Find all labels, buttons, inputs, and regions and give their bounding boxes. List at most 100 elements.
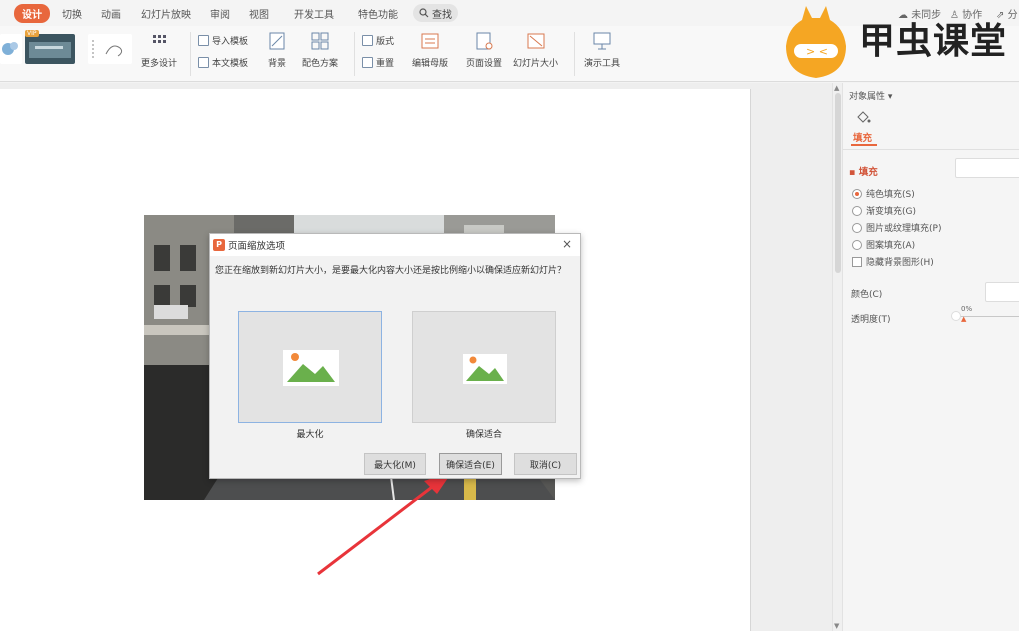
ribbon-divider: [190, 32, 191, 76]
hide-background-box: [852, 256, 862, 267]
radio-gradient-label: 渐变填充(G): [866, 207, 916, 217]
ensure-fit-button[interactable]: 确保适合(E): [439, 453, 502, 475]
radio-gradient-fill[interactable]: 渐变填充(G): [852, 204, 916, 217]
theme-thumb-vip[interactable]: VIP: [25, 30, 75, 64]
dialog-title: 页面缩放选项: [228, 241, 286, 252]
fill-section-title: ▪ 填充: [849, 167, 878, 178]
color-scheme-icon: [311, 32, 329, 50]
cancel-button[interactable]: 取消(C): [514, 453, 577, 475]
radio-picture-label: 图片或纹理填充(P): [866, 224, 942, 234]
scroll-up-icon[interactable]: ▲: [834, 84, 839, 92]
page-setup-button[interactable]: 页面设置: [466, 30, 502, 69]
reset-label: 重置: [376, 59, 395, 69]
hide-background-label: 隐藏背景图形(H): [866, 258, 934, 268]
search-label: 查找: [432, 9, 452, 21]
dialog-message: 您正在缩放到新幻灯片大小，是要最大化内容大小还是按比例缩小以确保适应新幻灯片？: [215, 266, 567, 276]
background-icon: [269, 32, 285, 50]
radio-pattern-indicator: [852, 239, 862, 250]
tab-design[interactable]: 设计: [14, 4, 50, 23]
radio-solid-fill[interactable]: 纯色填充(S): [852, 187, 915, 200]
page-scale-dialog: P 页面缩放选项 × 您正在缩放到新幻灯片大小，是要最大化内容大小还是按比例缩小…: [209, 233, 581, 479]
present-tools-button[interactable]: 演示工具: [584, 30, 620, 69]
radio-picture-fill[interactable]: 图片或纹理填充(P): [852, 221, 941, 234]
object-properties-panel: 对象属性 ▾ 填充 ▪ 填充 纯色填充(S) 渐变填充(G) 图片或纹理填充(P…: [842, 83, 1019, 631]
tab-slideshow[interactable]: 幻灯片放映: [141, 6, 191, 21]
slide-size-icon: [527, 33, 544, 49]
tab-special[interactable]: 特色功能: [358, 6, 398, 21]
panel-divider: [843, 149, 1019, 150]
slide-size-button[interactable]: 幻灯片大小: [513, 30, 558, 69]
transparency-slider[interactable]: 0% ▲: [951, 305, 1019, 323]
tab-review[interactable]: 审阅: [210, 6, 230, 21]
import-template-label: 导入模板: [212, 37, 249, 47]
reset-button[interactable]: 重置: [362, 56, 394, 69]
vertical-scrollbar[interactable]: ▲ ▼: [832, 83, 842, 631]
radio-pattern-fill[interactable]: 图案填充(A): [852, 238, 915, 251]
edit-master-button[interactable]: 编辑母版: [412, 30, 448, 69]
radio-pattern-label: 图案填充(A): [866, 241, 916, 251]
grid-icon: [153, 35, 166, 43]
option-fit[interactable]: [412, 311, 556, 423]
slider-marker-icon: ▲: [961, 315, 967, 323]
ribbon-divider: [574, 32, 575, 76]
ribbon-divider: [354, 32, 355, 76]
hide-background-checkbox[interactable]: 隐藏背景图形(H): [852, 255, 934, 268]
reset-icon: [362, 57, 373, 68]
layout-button[interactable]: 版式: [362, 34, 394, 47]
tab-fill-indicator: [851, 144, 877, 146]
tab-fill[interactable]: 填充: [853, 130, 872, 144]
layout-icon: [362, 35, 373, 46]
import-template-button[interactable]: 导入模板: [198, 34, 248, 47]
radio-solid-label: 纯色填充(S): [866, 190, 915, 200]
panel-header-label: 对象属性: [849, 92, 886, 102]
theme-thumb-3[interactable]: [88, 34, 132, 64]
panel-header[interactable]: 对象属性 ▾: [849, 89, 892, 102]
option-maximize-label: 最大化: [296, 430, 324, 440]
edit-master-icon: [421, 33, 439, 49]
more-design-button[interactable]: 更多设计: [141, 30, 177, 69]
tab-animation[interactable]: 动画: [101, 6, 121, 21]
text-template-button[interactable]: 本文模板: [198, 56, 248, 69]
page-setup-icon: [476, 32, 493, 50]
color-scheme-button[interactable]: 配色方案: [302, 30, 338, 69]
radio-gradient-indicator: [852, 205, 862, 216]
text-template-label: 本文模板: [212, 59, 249, 69]
text-template-icon: [198, 57, 209, 68]
more-design-label: 更多设计: [141, 59, 178, 69]
slide-size-label: 幻灯片大小: [513, 59, 559, 69]
color-picker[interactable]: [985, 282, 1019, 302]
search-button[interactable]: 查找: [413, 4, 458, 22]
scroll-down-icon[interactable]: ▼: [834, 622, 839, 630]
slider-knob[interactable]: [951, 311, 961, 321]
present-tools-label: 演示工具: [584, 59, 621, 69]
tab-transition[interactable]: 切换: [62, 6, 82, 21]
option-fit-label: 确保适合: [465, 430, 502, 440]
background-button[interactable]: 背景: [266, 30, 288, 69]
layout-label: 版式: [376, 37, 395, 47]
fill-section-label: 填充: [858, 167, 878, 178]
vip-badge: VIP: [25, 30, 39, 37]
color-label: 颜色(C): [851, 290, 883, 300]
option-maximize[interactable]: [238, 311, 382, 423]
fill-bucket-icon[interactable]: [855, 109, 871, 125]
color-scheme-label: 配色方案: [302, 59, 339, 69]
background-label: 背景: [267, 59, 286, 69]
radio-picture-indicator: [852, 222, 862, 233]
present-tools-icon: [593, 32, 611, 50]
image-icon: [463, 354, 507, 384]
import-template-icon: [198, 35, 209, 46]
page-setup-label: 页面设置: [466, 59, 503, 69]
transparency-label: 透明度(T): [851, 315, 891, 325]
edit-master-label: 编辑母版: [412, 59, 449, 69]
image-icon: [283, 350, 339, 386]
tab-developer[interactable]: 开发工具: [294, 6, 334, 21]
transparency-value: 0%: [961, 305, 973, 313]
theme-thumb-1[interactable]: [0, 34, 22, 64]
radio-solid-indicator: [852, 188, 862, 199]
maximize-button[interactable]: 最大化(M): [364, 453, 426, 475]
tab-view[interactable]: 视图: [249, 6, 269, 21]
close-icon[interactable]: ×: [562, 237, 572, 251]
fill-dropdown[interactable]: [955, 158, 1019, 178]
dialog-titlebar[interactable]: P 页面缩放选项 ×: [210, 234, 580, 256]
scrollbar-thumb[interactable]: [835, 93, 841, 273]
